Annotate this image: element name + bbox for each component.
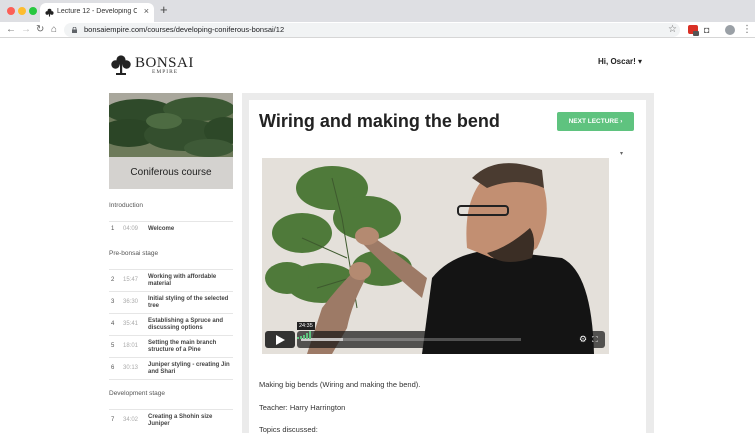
section-title-development: Development stage	[109, 390, 166, 397]
browser-tab-active[interactable]: Lecture 12 - Developing Conif… ×	[40, 3, 154, 22]
course-title: Coniferous course	[109, 157, 233, 189]
play-icon	[276, 335, 285, 345]
lesson-title: Welcome	[148, 226, 175, 232]
video-timecode: 24:35	[297, 322, 315, 330]
lesson-duration: 36:30	[123, 299, 139, 305]
section-title-introduction: Introduction	[109, 202, 143, 209]
browser-toolbar: ← → ↻ ⌂ bonsaiempire.com/courses/develop…	[0, 22, 755, 38]
lesson-item[interactable]: 3 36:30 Initial styling of the selected …	[109, 291, 233, 313]
lesson-title: Juniper styling - creating Jin and Shari	[148, 362, 230, 375]
lesson-item[interactable]: 1 04:09 Welcome	[109, 221, 233, 236]
extension-camera-icon[interactable]: ◘	[704, 25, 709, 35]
tab-title: Lecture 12 - Developing Conif…	[57, 8, 137, 15]
chevron-down-icon[interactable]: ▾	[620, 150, 623, 157]
lesson-number: 5	[111, 343, 115, 349]
browser-menu-icon[interactable]: ⋮	[742, 23, 752, 37]
seek-bar[interactable]	[301, 338, 521, 341]
lesson-duration: 35:41	[123, 321, 139, 327]
lesson-title: Initial styling of the selected tree	[148, 296, 229, 309]
maximize-window-button[interactable]	[29, 7, 37, 15]
settings-gear-icon[interactable]: ⚙	[579, 334, 587, 345]
lesson-number: 1	[111, 226, 115, 232]
lesson-title: Creating a Shohin size Juniper	[148, 414, 213, 427]
volume-icon[interactable]	[297, 331, 311, 339]
user-menu[interactable]: Hi, Oscar! ▾	[598, 57, 642, 66]
lesson-number: 7	[111, 417, 115, 423]
lesson-duration: 30:13	[123, 365, 139, 371]
forward-icon[interactable]: →	[21, 23, 31, 37]
lesson-number: 3	[111, 299, 115, 305]
lesson-number: 4	[111, 321, 115, 327]
lesson-title: Establishing a Spruce and discussing opt…	[148, 318, 224, 331]
back-icon[interactable]: ←	[6, 23, 16, 37]
close-window-button[interactable]	[7, 7, 15, 15]
lecture-teacher: Teacher: Harry Harrington	[259, 403, 346, 412]
bonsai-favicon-icon	[45, 8, 54, 17]
logo-subtitle: EMPIRE	[152, 69, 179, 75]
bookmark-star-icon[interactable]: ☆	[668, 23, 677, 37]
profile-avatar[interactable]	[725, 25, 735, 35]
play-button[interactable]	[265, 331, 295, 348]
lesson-item[interactable]: 5 18:01 Setting the main branch structur…	[109, 335, 233, 357]
home-icon[interactable]: ⌂	[51, 23, 57, 37]
reload-icon[interactable]: ↻	[36, 23, 44, 37]
course-thumbnail	[109, 93, 233, 157]
address-bar[interactable]: bonsaiempire.com/courses/developing-coni…	[64, 23, 680, 37]
next-lecture-button[interactable]: NEXT LECTURE ›	[557, 112, 634, 131]
lesson-duration: 18:01	[123, 343, 139, 349]
lesson-number: 2	[111, 277, 115, 283]
new-tab-button[interactable]: +	[160, 3, 168, 17]
lesson-title: Setting the main branch structure of a P…	[148, 340, 217, 353]
bonsai-empire-logo[interactable]: BONSAI EMPIRE	[110, 54, 200, 76]
browser-tab-bar: Lecture 12 - Developing Conif… × +	[0, 0, 755, 22]
lesson-duration: 15:47	[123, 277, 139, 283]
section-title-pre-bonsai: Pre-bonsai stage	[109, 250, 159, 257]
bonsai-tree-icon	[111, 55, 131, 75]
lesson-item[interactable]: 4 35:41 Establishing a Spruce and discus…	[109, 313, 233, 335]
close-tab-icon[interactable]: ×	[144, 6, 149, 16]
lesson-duration: 04:09	[123, 226, 139, 232]
lock-icon	[72, 27, 77, 33]
lecture-description: Making big bends (Wiring and making the …	[259, 380, 421, 389]
lesson-duration: 34:02	[123, 417, 139, 423]
video-player[interactable]: 24:35 ⚙ ⛶	[262, 158, 609, 354]
fullscreen-icon[interactable]: ⛶	[592, 334, 598, 345]
lesson-list-divider	[109, 379, 233, 380]
minimize-window-button[interactable]	[18, 7, 26, 15]
lesson-item[interactable]: 2 15:47 Working with affordable material	[109, 269, 233, 291]
lesson-item[interactable]: 7 34:02 Creating a Shohin size Juniper	[109, 409, 233, 431]
lesson-number: 6	[111, 365, 115, 371]
course-card[interactable]: Coniferous course	[109, 93, 233, 189]
lecture-title: Wiring and making the bend	[259, 111, 500, 131]
video-controls: ⚙ ⛶	[297, 331, 605, 348]
lesson-item[interactable]: 6 30:13 Juniper styling - creating Jin a…	[109, 357, 233, 379]
lesson-title: Working with affordable material	[148, 274, 217, 287]
extension-badge	[693, 31, 699, 36]
url-text: bonsaiempire.com/courses/developing-coni…	[84, 25, 285, 34]
